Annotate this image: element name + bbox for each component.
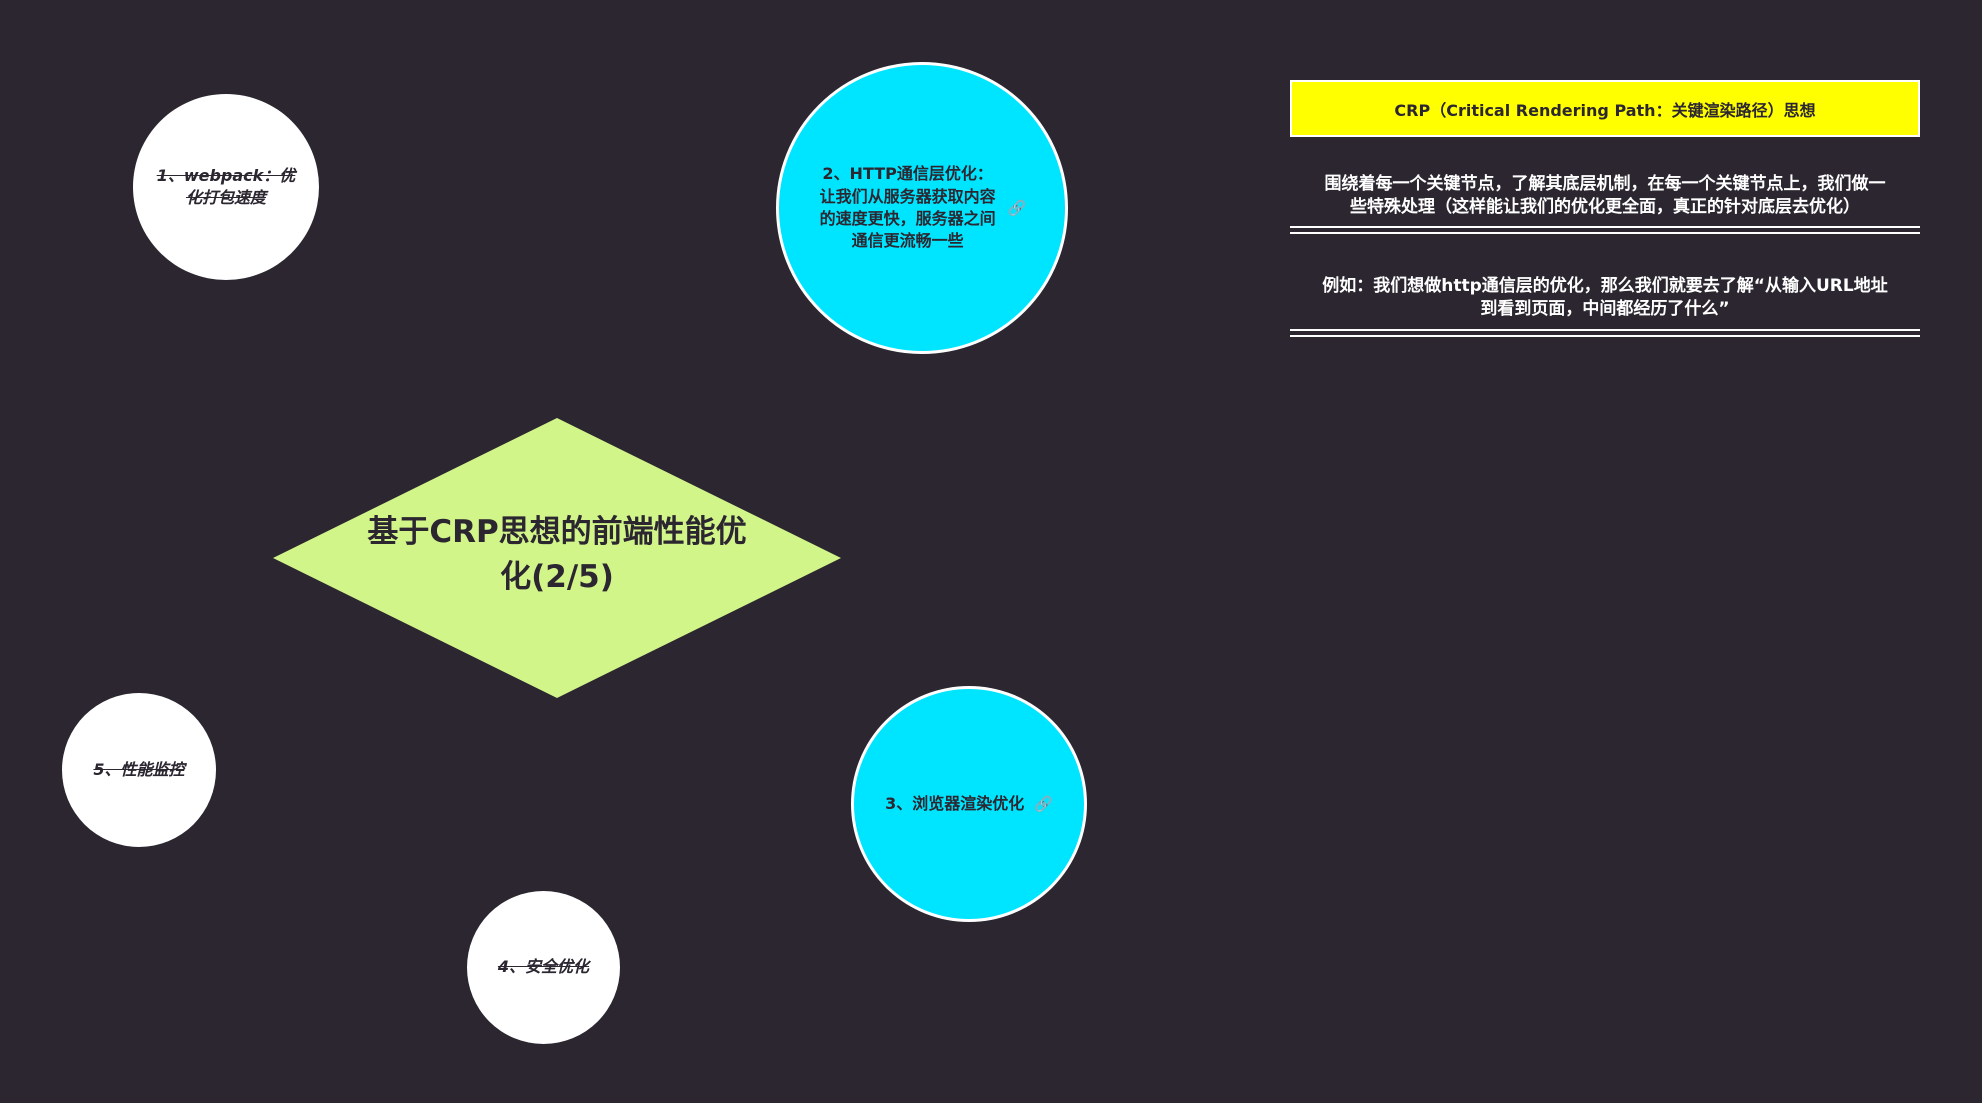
- crp-title-text: CRP（Critical Rendering Path：关键渲染路径）思想: [1394, 100, 1816, 120]
- divider: [1290, 329, 1920, 337]
- crp-paragraph-1[interactable]: 围绕着每一个关键节点，了解其底层机制，在每一个关键节点上，我们做一些特殊处理（这…: [1290, 173, 1920, 219]
- crp-paragraph-2[interactable]: 例如：我们想做http通信层的优化，那么我们就要去了解“从输入URL地址到看到页…: [1290, 275, 1920, 321]
- link-icon[interactable]: 🔗: [1008, 199, 1027, 217]
- branch-node-webpack[interactable]: 1、webpack：优化打包速度: [133, 94, 319, 280]
- branch-label-render: 3、浏览器渲染优化: [885, 793, 1025, 813]
- central-topic[interactable]: 基于CRP思想的前端性能优化(2/5): [273, 418, 841, 698]
- divider: [1290, 226, 1920, 234]
- branch-node-http[interactable]: 2、HTTP通信层优化：让我们从服务器获取内容的速度更快，服务器之间通信更流畅一…: [776, 62, 1068, 354]
- branch-label-security: 4、安全优化: [497, 957, 590, 977]
- crp-panel-title[interactable]: CRP（Critical Rendering Path：关键渲染路径）思想: [1290, 80, 1920, 137]
- central-topic-title: 基于CRP思想的前端性能优化(2/5): [367, 514, 747, 595]
- branch-label-monitor: 5、性能监控: [93, 759, 185, 779]
- branch-node-render[interactable]: 3、浏览器渲染优化 🔗: [851, 686, 1087, 922]
- branch-node-monitor[interactable]: 5、性能监控: [62, 693, 216, 847]
- link-icon[interactable]: 🔗: [1034, 795, 1053, 813]
- branch-node-security[interactable]: 4、安全优化: [467, 891, 620, 1044]
- branch-label-webpack: 1、webpack：优化打包速度: [156, 165, 296, 207]
- branch-label-http: 2、HTTP通信层优化：让我们从服务器获取内容的速度更快，服务器之间通信更流畅一…: [819, 164, 996, 251]
